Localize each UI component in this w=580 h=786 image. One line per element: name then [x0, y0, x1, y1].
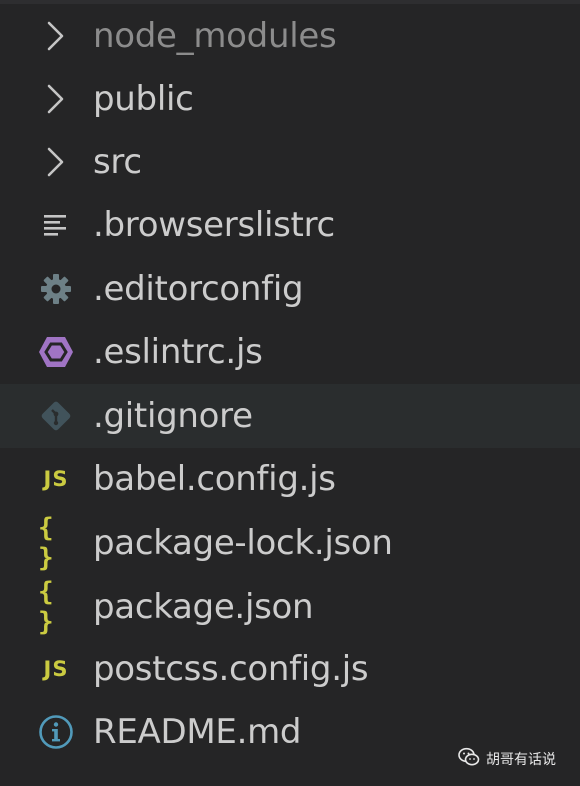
file-row-package-lock[interactable]: { } package-lock.json	[0, 511, 580, 575]
file-row-package-json[interactable]: { } package.json	[0, 575, 580, 639]
file-label: .browserslistrc	[93, 205, 335, 245]
json-icon-text: { }	[38, 577, 56, 637]
file-row-eslintrc[interactable]: .eslintrc.js	[0, 320, 580, 384]
chevron-right-icon[interactable]	[38, 81, 74, 117]
eslint-hexagon-icon	[38, 334, 74, 370]
file-row-editorconfig[interactable]: .editorconfig	[0, 257, 580, 321]
js-icon-text: JS	[43, 657, 69, 681]
file-row-babel-config[interactable]: JS babel.config.js	[0, 447, 580, 511]
file-label: .editorconfig	[93, 269, 304, 309]
folder-label: src	[93, 142, 142, 182]
js-icon-text: JS	[43, 467, 69, 491]
info-circle-icon	[38, 714, 74, 750]
watermark-text: 胡哥有话说	[486, 752, 556, 768]
folder-row-public[interactable]: public	[0, 67, 580, 131]
json-icon-text: { }	[38, 513, 56, 573]
file-row-browserslistrc[interactable]: .browserslistrc	[0, 193, 580, 257]
folder-label: public	[93, 79, 194, 119]
file-label: .eslintrc.js	[93, 332, 263, 372]
file-label: package-lock.json	[93, 523, 393, 563]
text-lines-icon	[38, 207, 74, 243]
file-label: README.md	[93, 712, 302, 752]
gear-icon	[38, 271, 74, 307]
file-label: .gitignore	[93, 396, 253, 436]
file-label: postcss.config.js	[93, 649, 369, 689]
js-icon: JS	[38, 461, 74, 497]
file-label: babel.config.js	[93, 459, 336, 499]
js-icon: JS	[38, 651, 74, 687]
json-braces-icon: { }	[38, 577, 74, 637]
git-diamond-icon	[38, 398, 74, 434]
folder-row-src[interactable]: src	[0, 130, 580, 194]
file-row-gitignore[interactable]: .gitignore	[0, 384, 580, 448]
wechat-icon	[458, 747, 480, 771]
file-label: package.json	[93, 587, 314, 627]
file-row-postcss-config[interactable]: JS postcss.config.js	[0, 637, 580, 701]
file-explorer-tree: node_modules public src .browserslistrc	[0, 0, 580, 786]
watermark: 胡哥有话说	[458, 744, 578, 774]
folder-label: node_modules	[93, 16, 337, 56]
chevron-right-icon[interactable]	[38, 18, 74, 54]
folder-row-node-modules[interactable]: node_modules	[0, 4, 580, 68]
json-braces-icon: { }	[38, 513, 74, 573]
chevron-right-icon[interactable]	[38, 144, 74, 180]
